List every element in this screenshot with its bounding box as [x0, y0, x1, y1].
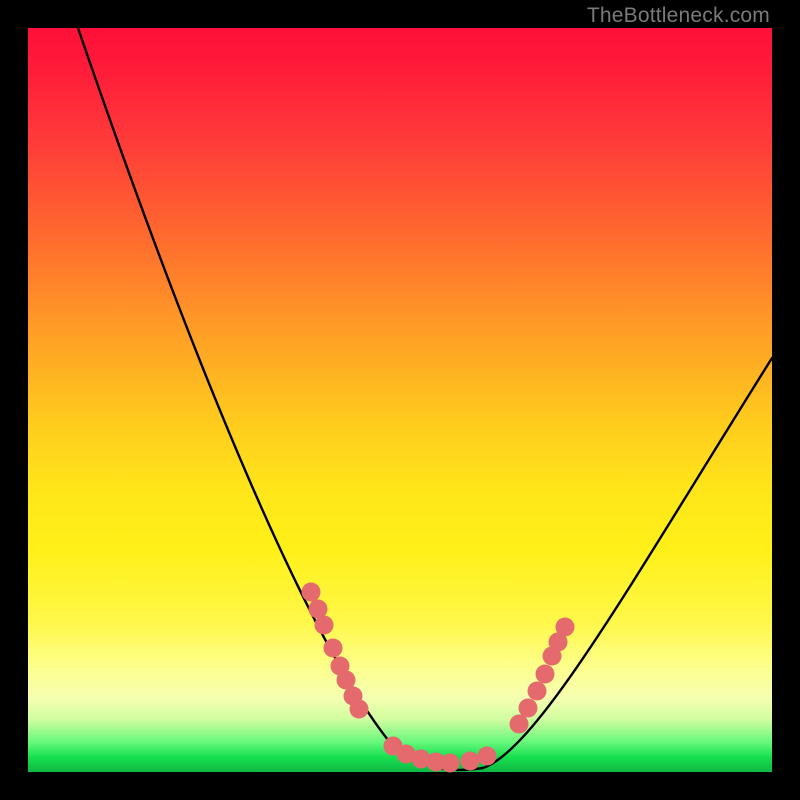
highlight-dot: [510, 715, 529, 734]
highlight-dot: [536, 665, 555, 684]
watermark-text: TheBottleneck.com: [587, 4, 770, 28]
highlight-dot: [350, 700, 369, 719]
highlight-dot: [315, 616, 334, 635]
bottleneck-curve: [78, 28, 772, 770]
highlight-dot: [528, 682, 547, 701]
highlight-dot: [461, 752, 480, 771]
highlight-dot: [302, 583, 321, 602]
chart-frame: TheBottleneck.com: [0, 0, 800, 800]
highlight-dot: [478, 747, 497, 766]
plot-area: [28, 28, 772, 772]
highlight-dot: [441, 754, 460, 773]
highlight-dot: [556, 618, 575, 637]
highlight-dots-group: [302, 583, 575, 773]
highlight-dot: [519, 699, 538, 718]
curve-layer: [28, 28, 772, 772]
highlight-dot: [324, 639, 343, 658]
